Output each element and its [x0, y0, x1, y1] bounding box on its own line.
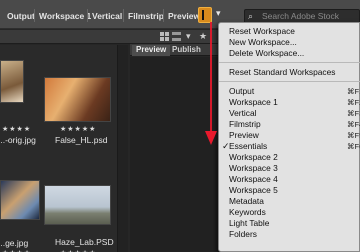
tab-preview[interactable]: Preview — [132, 45, 171, 56]
menu-separator — [219, 81, 360, 82]
workspace-tab-workspace-1[interactable]: Workspace 1 — [39, 11, 91, 21]
search-icon: ⌕ — [248, 11, 254, 21]
workspace-tab-preview[interactable]: Preview — [168, 11, 200, 21]
menu-item-light-table[interactable]: Light Table — [229, 218, 269, 229]
menu-item-output[interactable]: Output⌘F1 — [229, 86, 360, 97]
panel-icon — [202, 10, 208, 20]
workspace-tab-output[interactable]: Output — [7, 11, 35, 21]
workspace-tab-filmstrip[interactable]: Filmstrip — [128, 11, 164, 21]
tab-publish[interactable]: Publish — [168, 45, 205, 56]
chevron-down-icon[interactable]: ▾ — [186, 31, 191, 42]
chevron-down-icon[interactable]: ▾ — [216, 8, 221, 19]
menu-item-delete-workspace[interactable]: Delete Workspace... — [229, 48, 304, 59]
workspace-tab-vertical[interactable]: Vertical — [92, 11, 122, 21]
shortcut-label: ⌘F2 — [347, 98, 360, 107]
menu-item-reset-standard-workspaces[interactable]: Reset Standard Workspaces — [229, 67, 335, 78]
content-panel: ★★★★ ★★★★★ ...-orig.jpg False_HL.psd ★★★… — [0, 45, 118, 252]
shortcut-label: ⌘F6 — [347, 142, 360, 151]
shortcut-label: ⌘F5 — [347, 131, 360, 140]
search-placeholder: Search Adobe Stock — [262, 11, 340, 21]
menu-item-preview[interactable]: Preview⌘F5 — [229, 130, 360, 141]
menu-item-workspace-5[interactable]: Workspace 5 — [229, 185, 278, 196]
menu-item-workspace-2[interactable]: Workspace 2 — [229, 152, 278, 163]
thumbnail[interactable] — [44, 185, 111, 225]
shortcut-label: ⌘F4 — [347, 120, 360, 129]
shortcut-label: ⌘F1 — [347, 87, 360, 96]
grid-view-icon[interactable] — [160, 32, 169, 41]
menu-item-metadata[interactable]: Metadata — [229, 196, 264, 207]
shortcut-label: ⌘F3 — [347, 109, 360, 118]
separator — [34, 9, 35, 22]
menu-item-new-workspace[interactable]: New Workspace... — [229, 37, 297, 48]
thumbnail[interactable] — [44, 77, 111, 122]
scrollbar[interactable] — [118, 45, 128, 252]
menu-item-filmstrip[interactable]: Filmstrip⌘F4 — [229, 119, 360, 130]
menu-item-workspace-4[interactable]: Workspace 4 — [229, 174, 278, 185]
file-name: Haze_Lab.PSD — [55, 237, 114, 247]
menu-separator — [219, 62, 360, 63]
list-view-icon[interactable] — [172, 32, 181, 41]
menu-item-folders[interactable]: Folders — [229, 229, 257, 240]
menu-item-reset-workspace[interactable]: Reset Workspace — [229, 26, 295, 37]
separator — [123, 9, 124, 22]
file-name: False_HL.psd — [55, 135, 108, 145]
rating-stars[interactable]: ★★★★ — [2, 125, 31, 133]
file-name: ...-orig.jpg — [0, 135, 36, 145]
rating-stars[interactable]: ★★★★★ — [60, 125, 96, 133]
menu-item-workspace-1[interactable]: Workspace 1⌘F2 — [229, 97, 360, 108]
workspace-dropdown-menu: Reset Workspace New Workspace... Delete … — [218, 22, 360, 252]
thumbnail[interactable] — [0, 180, 40, 220]
separator — [87, 9, 88, 22]
workspace-menu-button[interactable] — [198, 7, 212, 23]
file-name: ...ge.jpg — [0, 238, 29, 248]
menu-item-essentials[interactable]: Essentials⌘F6 — [229, 141, 360, 152]
menu-item-vertical[interactable]: Vertical⌘F3 — [229, 108, 360, 119]
thumbnail[interactable] — [0, 60, 24, 103]
menu-item-workspace-3[interactable]: Workspace 3 — [229, 163, 278, 174]
star-icon[interactable]: ★ — [199, 31, 207, 42]
menu-item-keywords[interactable]: Keywords — [229, 207, 266, 218]
separator — [163, 9, 164, 22]
